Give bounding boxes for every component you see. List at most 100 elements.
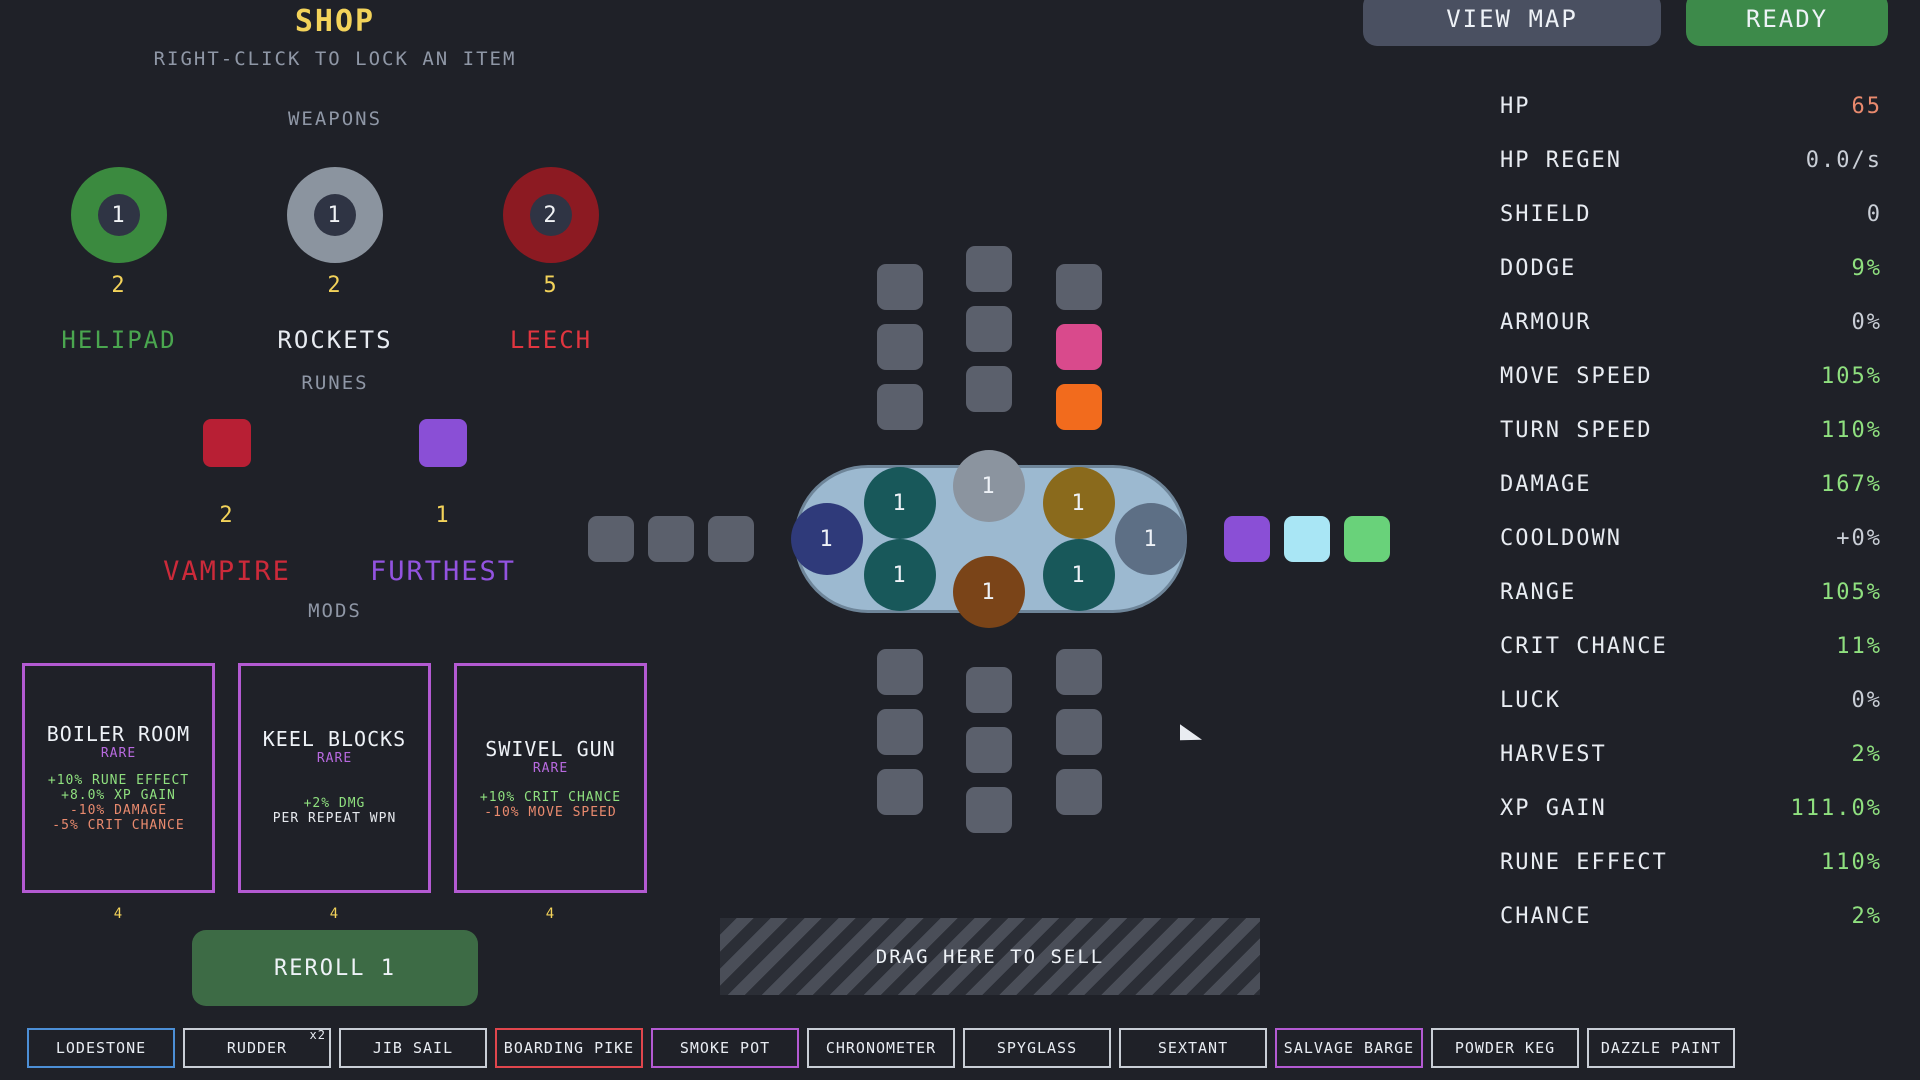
stat-label: SHIELD (1500, 201, 1592, 227)
ship-slot-orange-rune[interactable] (1056, 384, 1102, 430)
ship-slot-empty[interactable] (588, 516, 634, 562)
stat-value: 167% (1821, 471, 1882, 497)
view-map-button[interactable]: VIEW MAP (1363, 0, 1661, 46)
stat-row-move-speed: MOVE SPEED 105% (1500, 356, 1882, 396)
mod-rarity: RARE (532, 761, 569, 776)
stack-count-badge: x2 (309, 1028, 326, 1042)
inventory-item-salvage-barge[interactable]: SALVAGE BARGE (1275, 1028, 1423, 1068)
ship-slot-empty[interactable] (1056, 264, 1102, 310)
stat-row-dodge: DODGE 9% (1500, 248, 1882, 288)
rune-furthest[interactable] (419, 419, 467, 467)
mod-card-boiler-room[interactable]: BOILER ROOM RARE +10% RUNE EFFECT +8.0% … (22, 663, 215, 893)
ship-slot-empty[interactable] (966, 727, 1012, 773)
weapon-level-badge: 1 (314, 194, 356, 236)
stat-label: CHANCE (1500, 903, 1592, 929)
inventory-item-chronometer[interactable]: CHRONOMETER (807, 1028, 955, 1068)
inventory-item-smoke-pot[interactable]: SMOKE POT (651, 1028, 799, 1068)
stat-label: LUCK (1500, 687, 1561, 713)
inventory-item-label: DAZZLE PAINT (1600, 1039, 1722, 1057)
ship-slot-cyan-rune[interactable] (1284, 516, 1330, 562)
ship-slot-empty[interactable] (1056, 769, 1102, 815)
sell-drop-zone[interactable]: DRAG HERE TO SELL (720, 918, 1260, 995)
mod-effect: -5% CRIT CHANCE (52, 818, 185, 833)
inventory-item-rudder[interactable]: RUDDER x2 (183, 1028, 331, 1068)
ship-slot-empty[interactable] (966, 787, 1012, 833)
ship-slot-empty[interactable] (966, 667, 1012, 713)
stat-row-rune-effect: RUNE EFFECT 110% (1500, 842, 1882, 882)
stat-value: 110% (1821, 849, 1882, 875)
mod-effect: -10% DAMAGE (69, 803, 168, 818)
sell-label: DRAG HERE TO SELL (875, 945, 1105, 968)
mod-card-keel-blocks[interactable]: KEEL BLOCKS RARE +2% DMG PER REPEAT WPN (238, 663, 431, 893)
ship-slot-empty[interactable] (877, 769, 923, 815)
ship-slot-empty[interactable] (966, 246, 1012, 292)
ship-slot-purple-rune[interactable] (1224, 516, 1270, 562)
stat-row-hp: HP 65 (1500, 86, 1882, 126)
ship-slot-empty[interactable] (708, 516, 754, 562)
rune-name: FURTHEST (369, 556, 517, 587)
weapon-level: 1 (1071, 562, 1087, 588)
ship-slot-empty[interactable] (1056, 709, 1102, 755)
mod-rarity: RARE (316, 751, 353, 766)
ship-slot-empty[interactable] (648, 516, 694, 562)
ship-weapon-slot[interactable]: 1 (953, 450, 1025, 522)
ship-slot-green-rune[interactable] (1344, 516, 1390, 562)
inventory-item-dazzle-paint[interactable]: DAZZLE PAINT (1587, 1028, 1735, 1068)
mod-count: 4 (329, 906, 341, 922)
mod-effect: PER REPEAT WPN (272, 811, 397, 826)
stat-row-chance: CHANCE 2% (1500, 896, 1882, 936)
ship-slot-empty[interactable] (966, 366, 1012, 412)
rune-vampire[interactable] (203, 419, 251, 467)
mod-effect: +10% RUNE EFFECT (47, 773, 190, 788)
stat-value: 110% (1821, 417, 1882, 443)
mod-effect: +2% DMG (303, 796, 366, 811)
stat-value: 0 (1866, 201, 1882, 227)
weapon-rockets[interactable]: 1 (287, 167, 383, 263)
stat-row-harvest: HARVEST 2% (1500, 734, 1882, 774)
ship-slot-empty[interactable] (877, 384, 923, 430)
ship-slot-empty[interactable] (966, 306, 1012, 352)
ready-button[interactable]: READY (1686, 0, 1888, 46)
ready-label: READY (1745, 5, 1829, 33)
ship-weapon-slot[interactable]: 1 (953, 556, 1025, 628)
stat-value: 0.0/s (1805, 147, 1882, 173)
stat-row-damage: DAMAGE 167% (1500, 464, 1882, 504)
ship-slot-empty[interactable] (877, 264, 923, 310)
view-map-label: VIEW MAP (1446, 5, 1578, 33)
inventory-item-spyglass[interactable]: SPYGLASS (963, 1028, 1111, 1068)
rune-count: 1 (435, 503, 451, 528)
weapon-level-badge: 2 (530, 194, 572, 236)
mod-effect: -10% MOVE SPEED (484, 805, 617, 820)
inventory-item-boarding-pike[interactable]: BOARDING PIKE (495, 1028, 643, 1068)
shop-hint: RIGHT-CLICK TO LOCK AN ITEM (153, 48, 517, 70)
stat-value: 2% (1851, 741, 1882, 767)
mod-title: KEEL BLOCKS (262, 727, 407, 751)
ship-slot-pink-rune[interactable] (1056, 324, 1102, 370)
ship-slot-empty[interactable] (1056, 649, 1102, 695)
ship-weapon-slot[interactable]: 1 (864, 539, 936, 611)
weapon-leech[interactable]: 2 (503, 167, 599, 263)
inventory-item-label: POWDER KEG (1454, 1039, 1556, 1057)
inventory-item-powder-keg[interactable]: POWDER KEG (1431, 1028, 1579, 1068)
mouse-cursor-icon (1180, 724, 1202, 756)
ship-slot-empty[interactable] (877, 649, 923, 695)
ship-weapon-slot[interactable]: 1 (791, 503, 863, 575)
ship-weapon-slot[interactable]: 1 (1043, 539, 1115, 611)
weapon-helipad[interactable]: 1 (71, 167, 167, 263)
ship-weapon-slot[interactable]: 1 (1043, 467, 1115, 539)
inventory-item-sextant[interactable]: SEXTANT (1119, 1028, 1267, 1068)
stat-value: 111.0% (1790, 795, 1882, 821)
weapon-level: 1 (892, 490, 908, 516)
ship-slot-empty[interactable] (877, 709, 923, 755)
weapon-level: 1 (981, 473, 997, 499)
ship-slot-empty[interactable] (877, 324, 923, 370)
mod-effect: +10% CRIT CHANCE (479, 790, 622, 805)
inventory-item-jib-sail[interactable]: JIB SAIL (339, 1028, 487, 1068)
inventory-item-lodestone[interactable]: LODESTONE (27, 1028, 175, 1068)
ship-weapon-slot[interactable]: 1 (1115, 503, 1187, 575)
reroll-button[interactable]: REROLL 1 (192, 930, 478, 1006)
inventory-item-label: JIB SAIL (372, 1039, 454, 1057)
stat-label: HP (1500, 93, 1531, 119)
ship-weapon-slot[interactable]: 1 (864, 467, 936, 539)
mod-card-swivel-gun[interactable]: SWIVEL GUN RARE +10% CRIT CHANCE -10% MO… (454, 663, 647, 893)
